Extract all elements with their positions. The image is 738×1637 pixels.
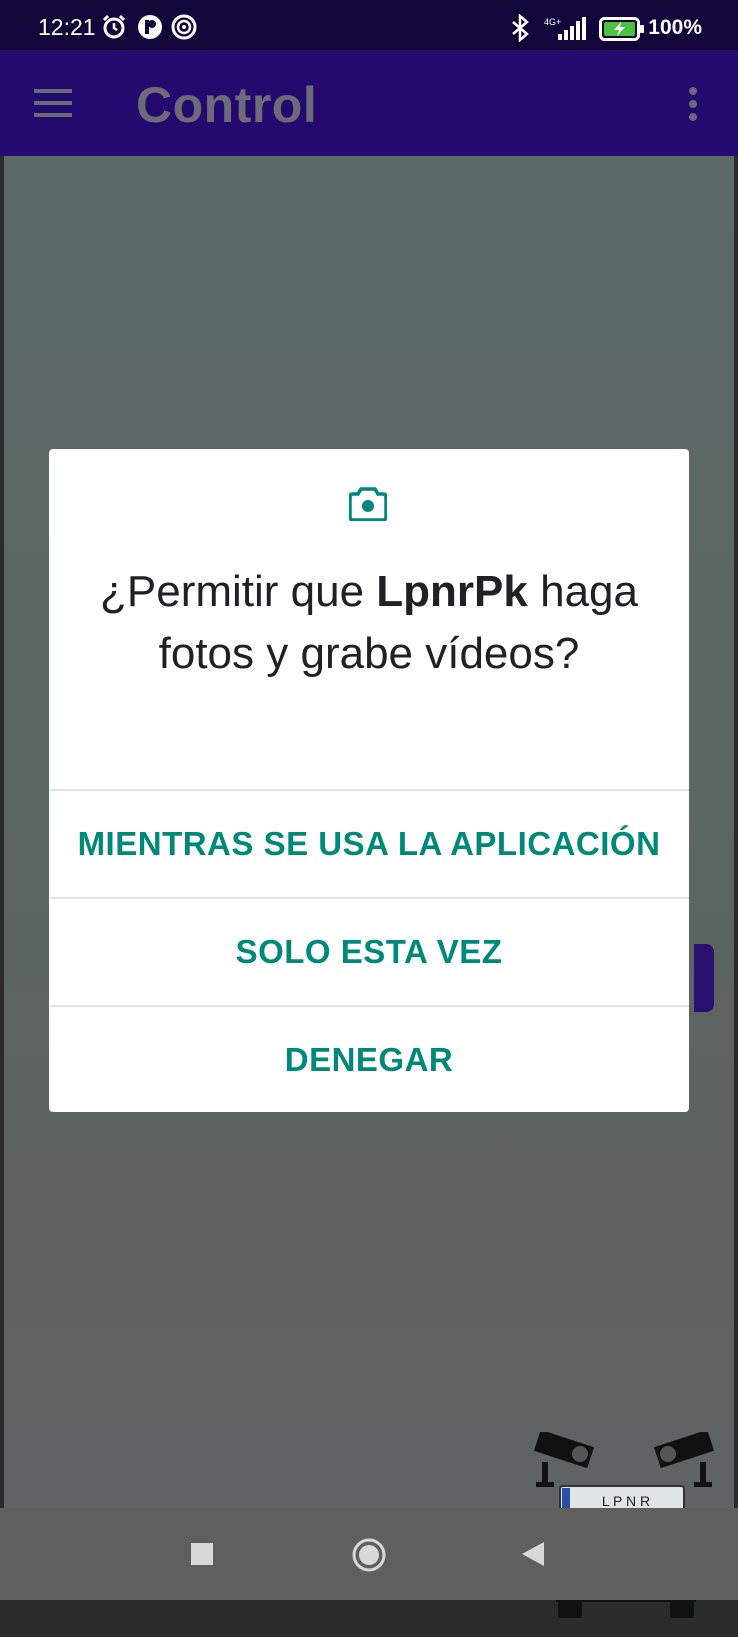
dialog-app-name: LpnrPk [376, 567, 528, 616]
recents-square-icon[interactable] [191, 1543, 213, 1570]
navigation-bar [0, 1508, 738, 1600]
background-button [694, 944, 714, 1012]
battery-percentage: 100% [648, 16, 702, 39]
notification-app-icon [137, 14, 163, 45]
home-circle-icon[interactable] [352, 1538, 386, 1577]
bluetooth-icon [508, 13, 534, 47]
cctv-camera-left-icon [533, 1429, 595, 1487]
app-title: Control [136, 77, 318, 133]
allow-while-using-button[interactable]: MIENTRAS SE USA LA APLICACIÓN [49, 791, 689, 897]
network-type: 4G+ [544, 17, 561, 27]
signal-icon: 4G+ [544, 16, 588, 47]
plate-text: L P N R [602, 1493, 650, 1509]
hotspot-icon [171, 14, 197, 45]
deny-button[interactable]: DENEGAR [49, 1007, 689, 1113]
dialog-title-prefix: ¿Permitir que [100, 567, 377, 616]
camera-icon [348, 487, 388, 526]
permission-dialog: ¿Permitir que LpnrPk haga fotos y grabe … [49, 449, 689, 1112]
back-triangle-icon[interactable] [522, 1542, 544, 1571]
dialog-title: ¿Permitir que LpnrPk haga fotos y grabe … [89, 561, 649, 685]
battery-charging-icon [599, 17, 645, 46]
overflow-menu-icon[interactable] [688, 86, 698, 127]
status-bar: 12:21 4G+ 100% [0, 0, 738, 50]
app-bar [0, 50, 738, 156]
alarm-icon [101, 14, 127, 45]
hamburger-menu-icon[interactable] [34, 89, 72, 122]
cctv-camera-right-icon [653, 1429, 715, 1487]
status-time: 12:21 [38, 14, 96, 40]
allow-once-button[interactable]: SOLO ESTA VEZ [49, 899, 689, 1005]
